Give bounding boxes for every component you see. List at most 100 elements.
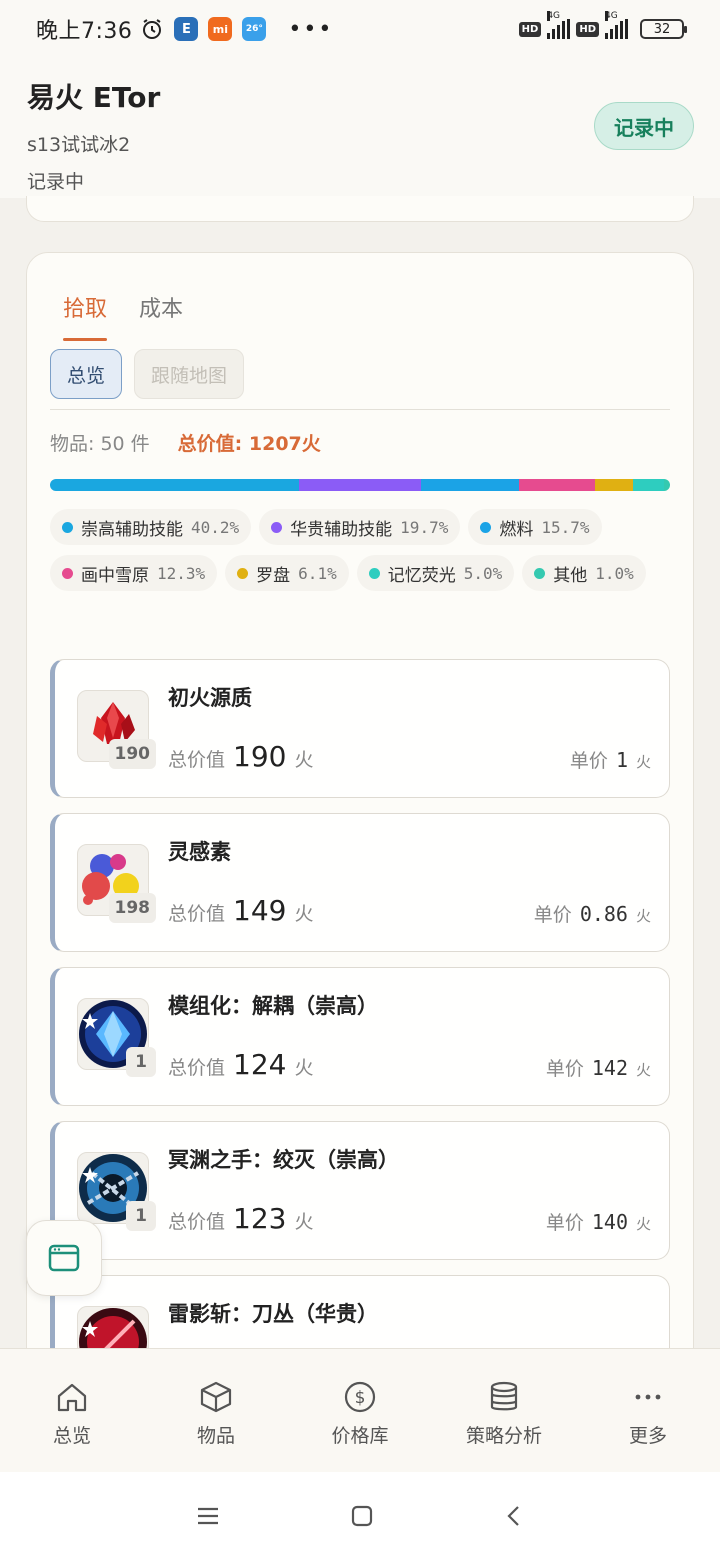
notification-icons: E mi 26° ••• (140, 17, 333, 42)
legend-label: 崇高辅助技能 (81, 519, 183, 540)
legend-percent: 1.0% (595, 563, 634, 583)
nav-more[interactable]: 更多 (576, 1349, 720, 1472)
signal-icon-2: 4G (605, 11, 628, 39)
total-value: 总价值: 1207火 (177, 433, 321, 455)
view-switcher: 总览 跟随地图 (50, 349, 245, 399)
home-icon (57, 1383, 87, 1412)
window-float-button[interactable] (26, 1220, 102, 1296)
session-status: 记录中 (27, 171, 85, 193)
item-quantity: 1 (126, 1201, 156, 1231)
legend-label: 其他 (553, 565, 588, 586)
value-breakdown-bar (50, 479, 670, 491)
legend-item: 崇高辅助技能 40.2% (50, 509, 252, 545)
item-name: 模组化：解耦（崇高） (168, 994, 378, 1018)
signal-icon: 4G (547, 11, 571, 39)
divider (50, 409, 670, 410)
previous-card (26, 196, 694, 222)
subtab-follow-map[interactable]: 跟随地图 (134, 349, 245, 399)
item-total-value: 总价值 149 火 (168, 894, 314, 927)
legend-percent: 40.2% (191, 517, 240, 537)
item-name: 初火源质 (168, 686, 252, 710)
nav-overview[interactable]: 总览 (0, 1349, 144, 1472)
legend-item: 其他 1.0% (522, 555, 646, 591)
recording-button[interactable]: 记录中 (594, 102, 694, 150)
list-item[interactable]: 1 冥渊之手：绞灭（崇高） 总价值 123 火 单价 140 火 (50, 1121, 670, 1260)
legend-item: 记忆荧光 5.0% (356, 555, 515, 591)
etor-app-icon: E (174, 17, 199, 41)
status-bar: 晚上7:36 E mi 26° ••• HD 4G HD 4G 32 (0, 0, 720, 58)
breakdown-segment (594, 479, 633, 491)
item-name: 灵感素 (168, 840, 231, 864)
item-list: 190 初火源质 总价值 190 火 单价 1 火 198 灵感素 总价值 14… (50, 659, 670, 1429)
breakdown-segment (50, 479, 300, 491)
hd-icon-2: HD (576, 21, 599, 37)
list-item[interactable]: 190 初火源质 总价值 190 火 单价 1 火 (50, 659, 670, 798)
legend-label: 画中雪原 (81, 565, 149, 586)
mi-app-icon: mi (208, 17, 233, 41)
item-total-value: 总价值 124 火 (168, 1048, 314, 1081)
nav-price-library[interactable]: $ 价格库 (288, 1349, 432, 1472)
item-quantity: 190 (108, 739, 156, 769)
app-title: 易火 ETor (27, 81, 161, 114)
item-name: 冥渊之手：绞灭（崇高） (168, 1148, 399, 1172)
legend-dot (62, 567, 73, 579)
legend-dot (271, 521, 283, 533)
home-square-icon[interactable] (350, 1504, 374, 1528)
item-total-value: 总价值 190 火 (168, 740, 314, 773)
item-unit-price: 单价 140 火 (545, 1210, 651, 1234)
more-icon (635, 1394, 661, 1400)
breakdown-segment (421, 479, 519, 491)
tab-cost[interactable]: 成本 (139, 291, 183, 341)
legend-dot (237, 567, 249, 579)
nav-items[interactable]: 物品 (144, 1349, 288, 1472)
legend-dot (368, 567, 380, 579)
red-crystal-icon: 190 (77, 690, 156, 769)
legend-percent: 6.1% (298, 563, 337, 583)
weather-app-icon: 26° (242, 17, 267, 41)
legend-item: 燃料 15.7% (468, 509, 602, 545)
back-icon[interactable] (504, 1504, 524, 1528)
nav-strategy[interactable]: 策略分析 (432, 1349, 576, 1472)
legend-label: 罗盘 (256, 565, 291, 586)
list-item[interactable]: 1 模组化：解耦（崇高） 总价值 124 火 单价 142 火 (50, 967, 670, 1106)
alarm-icon (143, 19, 162, 39)
hd-icon: HD (518, 21, 542, 37)
item-count: 物品: 50 件 (50, 433, 150, 455)
breakdown-segment (299, 479, 422, 491)
menu-icon[interactable] (196, 1506, 220, 1526)
subtab-overview[interactable]: 总览 (50, 349, 123, 399)
item-quantity: 1 (126, 1047, 156, 1077)
breakdown-segment (632, 479, 664, 491)
legend-percent: 5.0% (463, 563, 503, 583)
chain-skill-icon: 1 (77, 1152, 156, 1231)
legend-label: 华贵辅助技能 (290, 519, 393, 540)
legend-label: 记忆荧光 (387, 565, 456, 586)
legend-dot (62, 521, 73, 533)
status-time: 晚上7:36 (36, 19, 133, 44)
paint-splash-icon: 198 (77, 844, 156, 923)
bottom-navigation: 总览 物品 $ 价格库 策略分析 更多 (0, 1348, 720, 1472)
tab-pickup[interactable]: 拾取 (63, 291, 108, 341)
legend-percent: 19.7% (400, 517, 449, 537)
legend-item: 画中雪原 12.3% (50, 555, 218, 591)
legend-percent: 12.3% (157, 563, 206, 583)
breakdown-legend: 崇高辅助技能 40.2% 华贵辅助技能 19.7% 燃料 15.7% 画中雪原 12.3% 罗盘… (50, 509, 670, 591)
breakdown-segment (518, 479, 595, 491)
item-unit-price: 单价 0.86 火 (533, 902, 651, 926)
box-icon (200, 1381, 232, 1413)
app-header: 易火 ETor s13试试冰2 记录中 记录中 (0, 58, 720, 198)
breakdown-segment (663, 479, 670, 491)
legend-percent: 15.7% (541, 517, 590, 537)
system-navigation (0, 1472, 720, 1560)
list-item[interactable]: 198 灵感素 总价值 149 火 单价 0.86 火 (50, 813, 670, 952)
item-unit-price: 单价 142 火 (545, 1056, 651, 1080)
legend-item: 罗盘 6.1% (225, 555, 349, 591)
legend-label: 燃料 (499, 519, 534, 540)
legend-dot (534, 567, 546, 579)
loot-summary: 物品: 50 件 总价值: 1207火 (50, 429, 321, 456)
nav-label: 更多 (628, 1425, 667, 1447)
database-icon (490, 1381, 518, 1411)
svg-text:$: $ (355, 1388, 366, 1408)
item-unit-price: 单价 1 火 (569, 748, 651, 772)
legend-item: 华贵辅助技能 19.7% (259, 509, 461, 545)
